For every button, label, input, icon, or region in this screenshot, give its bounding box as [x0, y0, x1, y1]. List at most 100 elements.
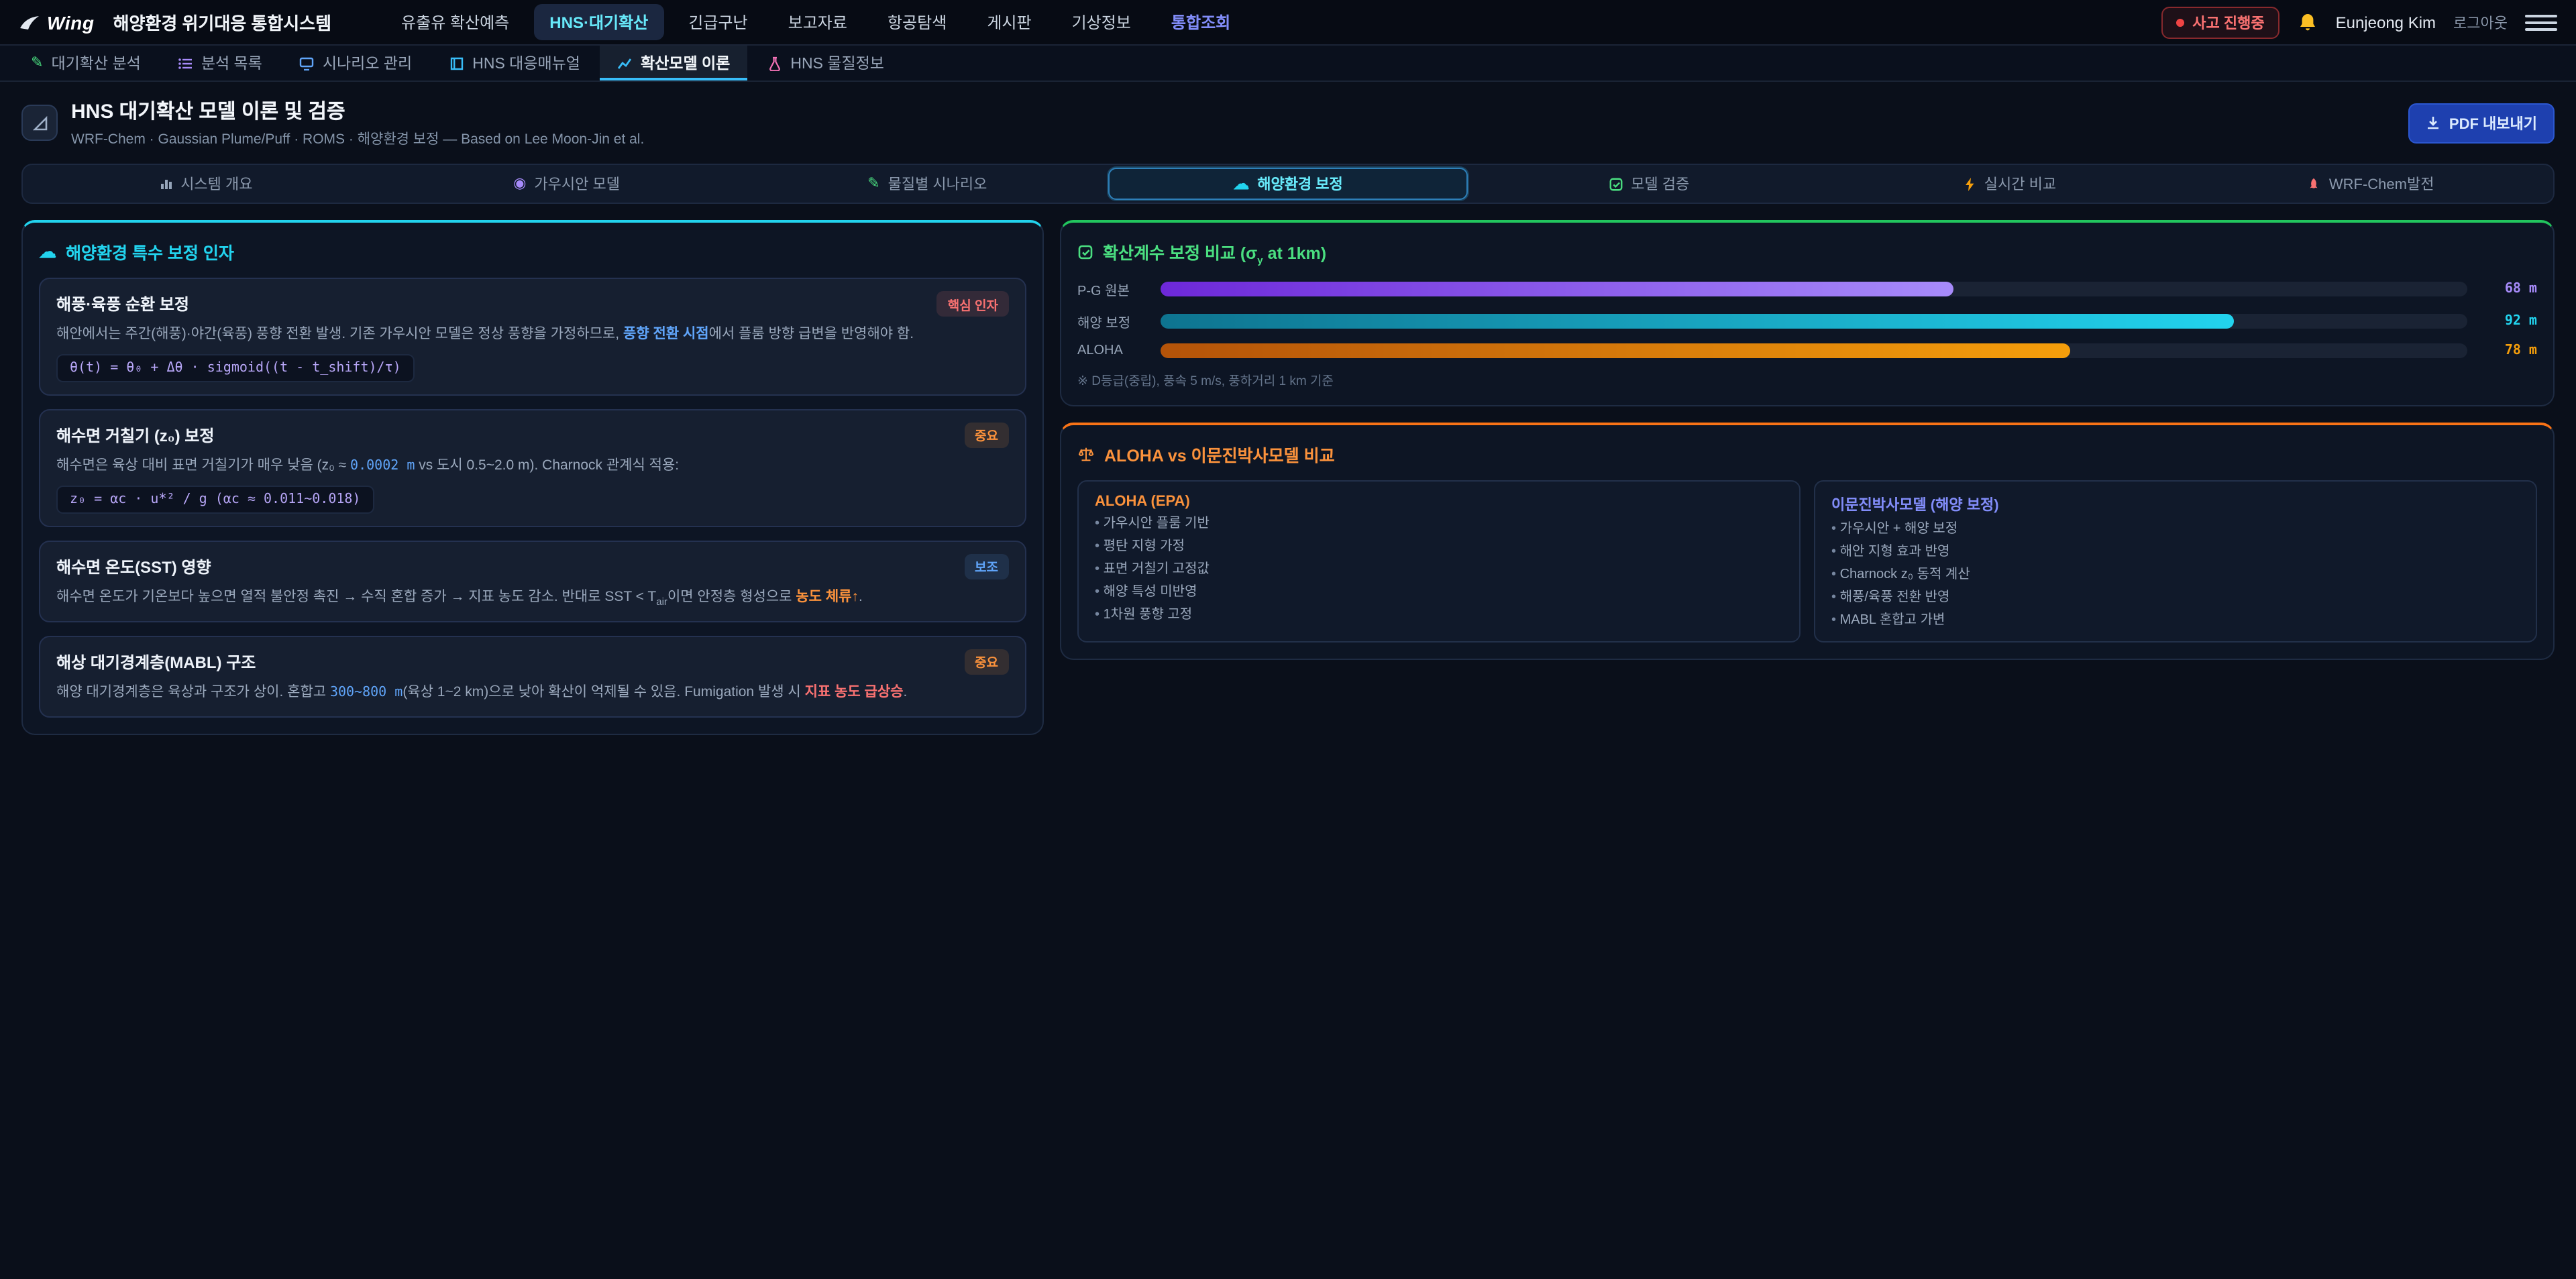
aloha-box: ALOHA (EPA) 가우시안 플룸 기반 평탄 지형 가정 표면 거칠기 고… [1077, 480, 1801, 642]
nav-item-oil-spill[interactable]: 유출유 확산예측 [385, 4, 525, 40]
nav-item-aerial-search[interactable]: 항공탐색 [871, 4, 963, 40]
aloha-box-title: ALOHA (EPA) [1095, 493, 1783, 509]
comparison-panel-header: ALOHA vs 이문진박사모델 비교 [1077, 441, 2537, 466]
subtab-analysis-list[interactable]: 분석 목록 [161, 46, 280, 80]
list-item: 가우시안 + 해양 보정 [1831, 520, 2520, 537]
subtab-label: 확산모델 이론 [641, 52, 730, 74]
rocket-icon [2306, 176, 2321, 191]
bar-value: 78 m [2481, 343, 2537, 357]
card-body: 해수면 온도가 기온보다 높으면 열적 불안정 촉진 → 수직 혼합 증가 → … [56, 587, 1009, 609]
bar-label: ALOHA [1077, 343, 1147, 357]
nav-item-rescue[interactable]: 긴급구난 [672, 4, 763, 40]
app-root: Wing 해양환경 위기대응 통합시스템 유출유 확산예측 HNS·대기확산 긴… [0, 0, 2576, 1279]
hamburger-menu-icon[interactable] [2525, 9, 2557, 36]
subtab-hns-substance-info[interactable]: HNS 물질정보 [750, 46, 902, 80]
bar-row-pg: P-G 원본 68 m [1077, 278, 2537, 298]
monitor-icon [300, 56, 315, 70]
bar-row-marine: 해양 보정 92 m [1077, 311, 2537, 331]
page-title: HNS 대기확산 모델 이론 및 검증 [71, 97, 644, 125]
card-sst-effect: 해수면 온도(SST) 영향 보조 해수면 온도가 기온보다 높으면 열적 불안… [39, 540, 1026, 622]
section-tab-label: 시스템 개요 [180, 173, 252, 194]
cloud-icon: ☁ [39, 243, 56, 260]
logo-text: Wing [47, 11, 95, 33]
list-item: 평탄 지형 가정 [1095, 537, 1783, 555]
wing-icon [19, 14, 40, 30]
lightning-icon [1963, 176, 1976, 191]
card-body: 해안에서는 주간(해풍)·야간(육풍) 풍향 전환 발생. 기존 가우시안 모델… [56, 325, 1009, 346]
pdf-export-button[interactable]: PDF 내보내기 [2409, 103, 2555, 143]
formula-charnock: z₀ = αc · u*² / g (αc ≈ 0.011~0.018) [56, 485, 374, 513]
incident-label: 사고 진행중 [2192, 11, 2264, 33]
nav-item-integrated-search[interactable]: 통합조회 [1155, 4, 1246, 40]
page-header: HNS 대기확산 모델 이론 및 검증 WRF-Chem · Gaussian … [0, 82, 2576, 161]
card-body: 해양 대기경계층은 육상과 구조가 상이. 혼합고 300~800 m(육상 1… [56, 683, 1009, 704]
main-nav: 유출유 확산예측 HNS·대기확산 긴급구난 보고자료 항공탐색 게시판 기상정… [385, 4, 1246, 40]
chart-line-icon [618, 56, 633, 70]
user-name: Eunjeong Kim [2336, 13, 2436, 32]
chart-note: ※ D등급(중립), 풍속 5 m/s, 풍하거리 1 km 기준 [1077, 370, 2537, 388]
section-tab-system-overview[interactable]: 시스템 개요 [25, 168, 386, 200]
sub-navigation: ✎ 대기확산 분석 분석 목록 시나리오 관리 HNS 대응매뉴얼 [0, 46, 2576, 82]
correction-panel-header: ☁ 해양환경 특수 보정 인자 [39, 239, 1026, 264]
subtab-label: HNS 물질정보 [790, 52, 884, 74]
bell-icon[interactable] [2297, 11, 2318, 33]
list-item: Charnock z₀ 동적 계산 [1831, 565, 2520, 583]
card-title: 해수면 거칠기 (z₀) 보정 [56, 424, 214, 447]
incident-status-badge[interactable]: 사고 진행중 [2161, 6, 2279, 38]
marine-correction-panel: ☁ 해양환경 특수 보정 인자 해풍·육풍 순환 보정 핵심 인자 해안에서는 … [21, 220, 1044, 734]
section-tab-marine-correction[interactable]: ☁ 해양환경 보정 [1108, 168, 1468, 200]
page-icon-box [21, 105, 58, 141]
card-sea-land-breeze: 해풍·육풍 순환 보정 핵심 인자 해안에서는 주간(해풍)·야간(육풍) 풍향… [39, 278, 1026, 396]
subtab-diffusion-analysis[interactable]: ✎ 대기확산 분석 [13, 46, 158, 80]
nav-item-hns-diffusion[interactable]: HNS·대기확산 [533, 4, 664, 40]
pencil-icon: ✎ [867, 176, 879, 191]
model-comparison-panel: ALOHA vs 이문진박사모델 비교 ALOHA (EPA) 가우시안 플룸 … [1060, 422, 2555, 659]
list-icon [178, 56, 193, 70]
priority-badge: 중요 [964, 649, 1009, 675]
cloud-icon: ☁ [1233, 176, 1249, 192]
card-title: 해상 대기경계층(MABL) 구조 [56, 651, 256, 673]
subtab-diffusion-model-theory[interactable]: 확산모델 이론 [600, 46, 747, 80]
section-tab-label: WRF-Chem발전 [2329, 173, 2434, 194]
lee-model-box-title: 이문진박사모델 (해양 보정) [1831, 493, 2520, 514]
list-item: 1차원 풍향 고정 [1095, 606, 1783, 623]
nav-item-reports[interactable]: 보고자료 [772, 4, 863, 40]
subtab-hns-manual[interactable]: HNS 대응매뉴얼 [432, 46, 598, 80]
list-item: 해풍/육풍 전환 반영 [1831, 588, 2520, 606]
bar-chart-icon [159, 177, 172, 190]
section-tab-bar: 시스템 개요 ◉ 가우시안 모델 ✎ 물질별 시나리오 ☁ 해양환경 보정 모델… [21, 164, 2555, 204]
card-body: 해수면은 육상 대비 표면 거칠기가 매우 낮음 (z₀ ≈ 0.0002 m … [56, 456, 1009, 478]
section-tab-label: 가우시안 모델 [534, 173, 620, 194]
pdf-export-label: PDF 내보내기 [2449, 112, 2537, 133]
book-icon [449, 56, 464, 70]
chart-title: 확산계수 보정 비교 (σy at 1km) [1103, 239, 1326, 266]
section-tab-label: 해양환경 보정 [1257, 173, 1343, 194]
card-title: 해수면 온도(SST) 영향 [56, 555, 211, 577]
subtab-label: 분석 목록 [201, 52, 262, 74]
pencil-icon: ✎ [31, 56, 43, 70]
subtab-label: HNS 대응매뉴얼 [472, 52, 580, 74]
list-item: 표면 거칠기 고정값 [1095, 560, 1783, 577]
app-logo[interactable]: Wing [19, 11, 95, 33]
section-tab-label: 물질별 시나리오 [888, 173, 987, 194]
priority-badge: 중요 [964, 423, 1009, 448]
list-item: 해양 특성 미반영 [1095, 583, 1783, 600]
section-tab-wrf-chem[interactable]: WRF-Chem발전 [2190, 168, 2551, 200]
nav-item-weather[interactable]: 기상정보 [1056, 4, 1147, 40]
section-tab-gaussian-model[interactable]: ◉ 가우시안 모델 [386, 168, 747, 200]
bar-track [1161, 313, 2467, 328]
circle-dot-icon: ◉ [513, 176, 526, 191]
page-subtitle: WRF-Chem · Gaussian Plume/Puff · ROMS · … [71, 129, 644, 149]
bar-row-aloha: ALOHA 78 m [1077, 343, 2537, 357]
logout-button[interactable]: 로그아웃 [2453, 11, 2508, 33]
subtab-scenario-management[interactable]: 시나리오 관리 [282, 46, 429, 80]
incident-dot-icon [2176, 18, 2184, 26]
bar-track [1161, 281, 2467, 296]
section-tab-model-validation[interactable]: 모델 검증 [1468, 168, 1829, 200]
section-tab-substance-scenario[interactable]: ✎ 물질별 시나리오 [747, 168, 1108, 200]
nav-item-board[interactable]: 게시판 [971, 4, 1047, 40]
chart-panel-header: 확산계수 보정 비교 (σy at 1km) [1077, 239, 2537, 266]
section-tab-label: 실시간 비교 [1984, 173, 2056, 194]
section-tab-realtime-compare[interactable]: 실시간 비교 [1829, 168, 2190, 200]
bar-value: 92 m [2481, 313, 2537, 328]
